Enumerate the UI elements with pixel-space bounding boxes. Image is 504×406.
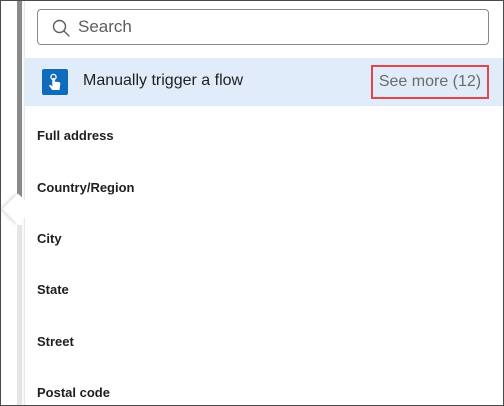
trigger-section-header[interactable]: Manually trigger a flow See more (12) [25,58,503,106]
scroll-track [17,225,22,405]
field-postal-code[interactable]: Postal code [37,385,110,400]
field-street[interactable]: Street [37,334,74,349]
field-full-address[interactable]: Full address [37,128,114,143]
field-state[interactable]: State [37,282,69,297]
search-icon [52,19,70,37]
hand-tap-icon [42,69,68,95]
search-box[interactable] [37,9,489,45]
trigger-section-title: Manually trigger a flow [83,72,244,89]
dynamic-content-panel: Manually trigger a flow See more (12) Fu… [25,1,503,405]
search-input[interactable] [78,16,478,38]
field-city[interactable]: City [37,231,62,246]
dynamic-content-window: Manually trigger a flow See more (12) Fu… [0,0,504,406]
field-country-region[interactable]: Country/Region [37,180,135,195]
see-more-button[interactable]: See more (12) [371,65,489,99]
scroll-indicator [17,1,22,203]
